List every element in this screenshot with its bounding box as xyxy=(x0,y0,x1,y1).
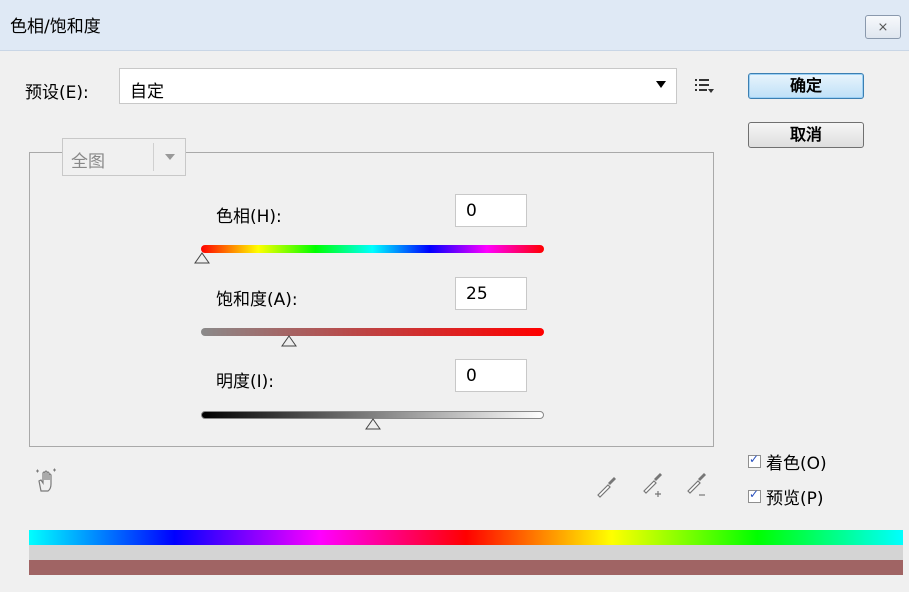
close-button[interactable]: ⨯ xyxy=(865,15,901,39)
saturation-slider-track[interactable] xyxy=(201,328,544,336)
chevron-down-icon xyxy=(165,154,175,160)
hand-adjust-icon[interactable] xyxy=(33,467,59,493)
input-spectrum-bar xyxy=(29,530,903,545)
ok-button[interactable]: 确定 xyxy=(748,73,864,99)
adjustment-panel xyxy=(29,152,714,447)
close-icon: ⨯ xyxy=(877,19,889,35)
title-bar: 色相/饱和度 ⨯ xyxy=(0,0,909,51)
hue-label: 色相(H): xyxy=(216,207,282,227)
preset-options-menu-icon[interactable] xyxy=(693,76,715,96)
lightness-input[interactable]: 0 xyxy=(455,359,527,392)
checkbox-checked-icon[interactable] xyxy=(748,452,761,468)
hue-input[interactable]: 0 xyxy=(455,194,527,227)
preset-label: 预设(E): xyxy=(25,83,89,103)
eyedropper-subtract-icon[interactable] xyxy=(684,473,710,499)
preset-value: 自定 xyxy=(130,82,164,102)
saturation-label: 饱和度(A): xyxy=(216,290,298,310)
saturation-slider-thumb[interactable] xyxy=(281,335,297,347)
saturation-input[interactable]: 25 xyxy=(455,277,527,310)
cancel-button[interactable]: 取消 xyxy=(748,122,864,148)
output-color-bar xyxy=(29,560,903,575)
checkbox-checked-icon[interactable] xyxy=(748,487,761,503)
colorize-checkbox[interactable]: 着色(O) xyxy=(748,449,827,474)
range-dropdown[interactable]: 全图 xyxy=(62,138,186,176)
range-value: 全图 xyxy=(71,152,105,172)
preset-dropdown[interactable]: 自定 xyxy=(119,68,677,104)
eyedropper-icon[interactable] xyxy=(594,473,620,499)
dropdown-divider xyxy=(153,143,154,171)
preview-checkbox[interactable]: 预览(P) xyxy=(748,484,824,509)
preview-label: 预览(P) xyxy=(766,489,824,509)
chevron-down-icon xyxy=(656,81,666,88)
eyedropper-add-icon[interactable] xyxy=(640,473,666,499)
colorize-label: 着色(O) xyxy=(766,454,827,474)
hue-slider-track[interactable] xyxy=(201,245,544,253)
window-title: 色相/饱和度 xyxy=(10,17,101,37)
lightness-label: 明度(I): xyxy=(216,372,275,392)
lightness-slider-thumb[interactable] xyxy=(365,418,381,430)
spectrum-gap xyxy=(29,545,903,560)
hue-slider-thumb[interactable] xyxy=(194,252,210,264)
